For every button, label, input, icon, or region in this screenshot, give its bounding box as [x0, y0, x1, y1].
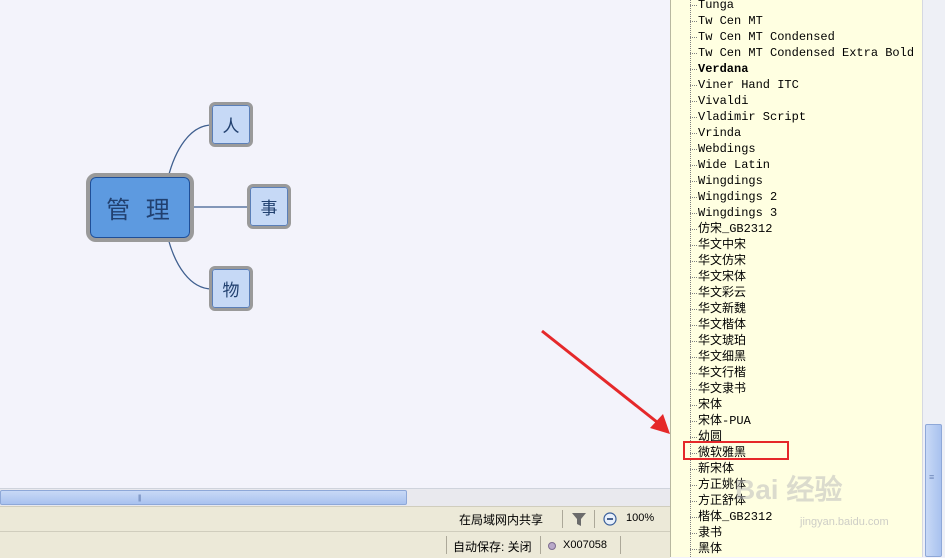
font-list-item[interactable]: 华文琥珀	[689, 333, 746, 349]
font-list-item[interactable]: Tw Cen MT	[690, 13, 763, 29]
branch-topic-ren[interactable]: 人	[209, 102, 253, 147]
font-list-item[interactable]: 华文细黑	[689, 349, 746, 365]
font-list-item[interactable]: 华文隶书	[689, 381, 746, 397]
connector-wu	[167, 237, 213, 290]
user-id: X007058	[563, 539, 608, 551]
font-list-item[interactable]: Wingdings 2	[689, 189, 777, 205]
zoom-out-icon[interactable]	[603, 512, 617, 526]
font-list-item[interactable]: 华文仿宋	[689, 253, 746, 269]
font-list-item[interactable]: Tw Cen MT Condensed	[690, 29, 835, 45]
status-divider	[620, 536, 621, 554]
horizontal-scrollbar[interactable]: |||	[0, 488, 670, 506]
font-list-item[interactable]: 华文新魏	[689, 301, 746, 317]
font-list-item[interactable]: Tunga	[689, 0, 734, 13]
status-divider	[446, 536, 447, 554]
horizontal-scroll-thumb[interactable]: |||	[0, 490, 407, 505]
font-list-item[interactable]: Vrinda	[689, 125, 741, 141]
share-lan-label[interactable]: 在局域网内共享	[459, 511, 543, 528]
font-list-item[interactable]: 华文彩云	[689, 285, 746, 301]
vertical-scrollbar[interactable]: ≡	[922, 0, 945, 557]
font-list-item[interactable]: Verdana	[689, 61, 748, 77]
font-list-item[interactable]: 隶书	[689, 525, 722, 541]
status-divider	[540, 536, 541, 554]
grip-icon: |||	[138, 495, 142, 502]
font-list-item[interactable]: 华文宋体	[689, 269, 746, 285]
autosave-status[interactable]: 自动保存: 关闭	[453, 538, 532, 555]
font-list-item[interactable]: Wingdings	[690, 173, 763, 189]
vertical-scroll-thumb[interactable]: ≡	[925, 424, 942, 557]
zoom-level: 100%	[626, 512, 655, 524]
watermark-url: jingyan.baidu.com	[800, 516, 889, 528]
font-list-item[interactable]: Vladimir Script	[689, 109, 806, 125]
status-dot-icon	[548, 542, 556, 550]
watermark-logo: Bai 经验	[735, 474, 843, 505]
central-topic[interactable]: 管 理	[86, 173, 194, 242]
font-list-item[interactable]: 黑体	[689, 541, 722, 557]
font-list-item[interactable]: 新宋体	[689, 461, 734, 477]
connector-lines	[167, 124, 670, 434]
status-divider	[562, 510, 563, 528]
tree-connector-line	[690, 0, 691, 557]
font-list-item[interactable]: Wide Latin	[689, 157, 770, 173]
status-bar-bottom: 自动保存: 关闭 X007058	[0, 531, 670, 558]
font-list-item[interactable]: 华文楷体	[689, 317, 746, 333]
connector-ren	[167, 124, 213, 179]
font-list-item[interactable]: 宋体	[689, 397, 722, 413]
status-divider	[594, 510, 595, 528]
annotation-arrow	[541, 329, 663, 428]
font-list-item[interactable]: 华文中宋	[689, 237, 746, 253]
font-list-item[interactable]: Webdings	[690, 141, 756, 157]
font-list-item[interactable]: Tw Cen MT Condensed Extra Bold	[689, 45, 914, 61]
mindmap-canvas[interactable]: 管 理 人 事 物	[0, 0, 670, 488]
branch-topic-wu[interactable]: 物	[209, 266, 253, 311]
font-list-item[interactable]: 宋体-PUA	[690, 413, 751, 429]
status-bar-top: 在局域网内共享 100%	[0, 506, 670, 531]
font-list-item[interactable]: Viner Hand ITC	[690, 77, 799, 93]
grip-icon: ≡	[929, 472, 935, 482]
branch-topic-shi[interactable]: 事	[247, 184, 291, 229]
font-list-item[interactable]: 华文行楷	[689, 365, 746, 381]
filter-icon[interactable]	[570, 510, 588, 528]
font-list-item[interactable]: 仿宋_GB2312	[689, 221, 772, 237]
font-list-item[interactable]: Wingdings 3	[689, 205, 777, 221]
highlight-box	[683, 441, 789, 460]
font-list-item[interactable]: 楷体_GB2312	[689, 509, 772, 525]
font-list-item[interactable]: Vivaldi	[689, 93, 748, 109]
